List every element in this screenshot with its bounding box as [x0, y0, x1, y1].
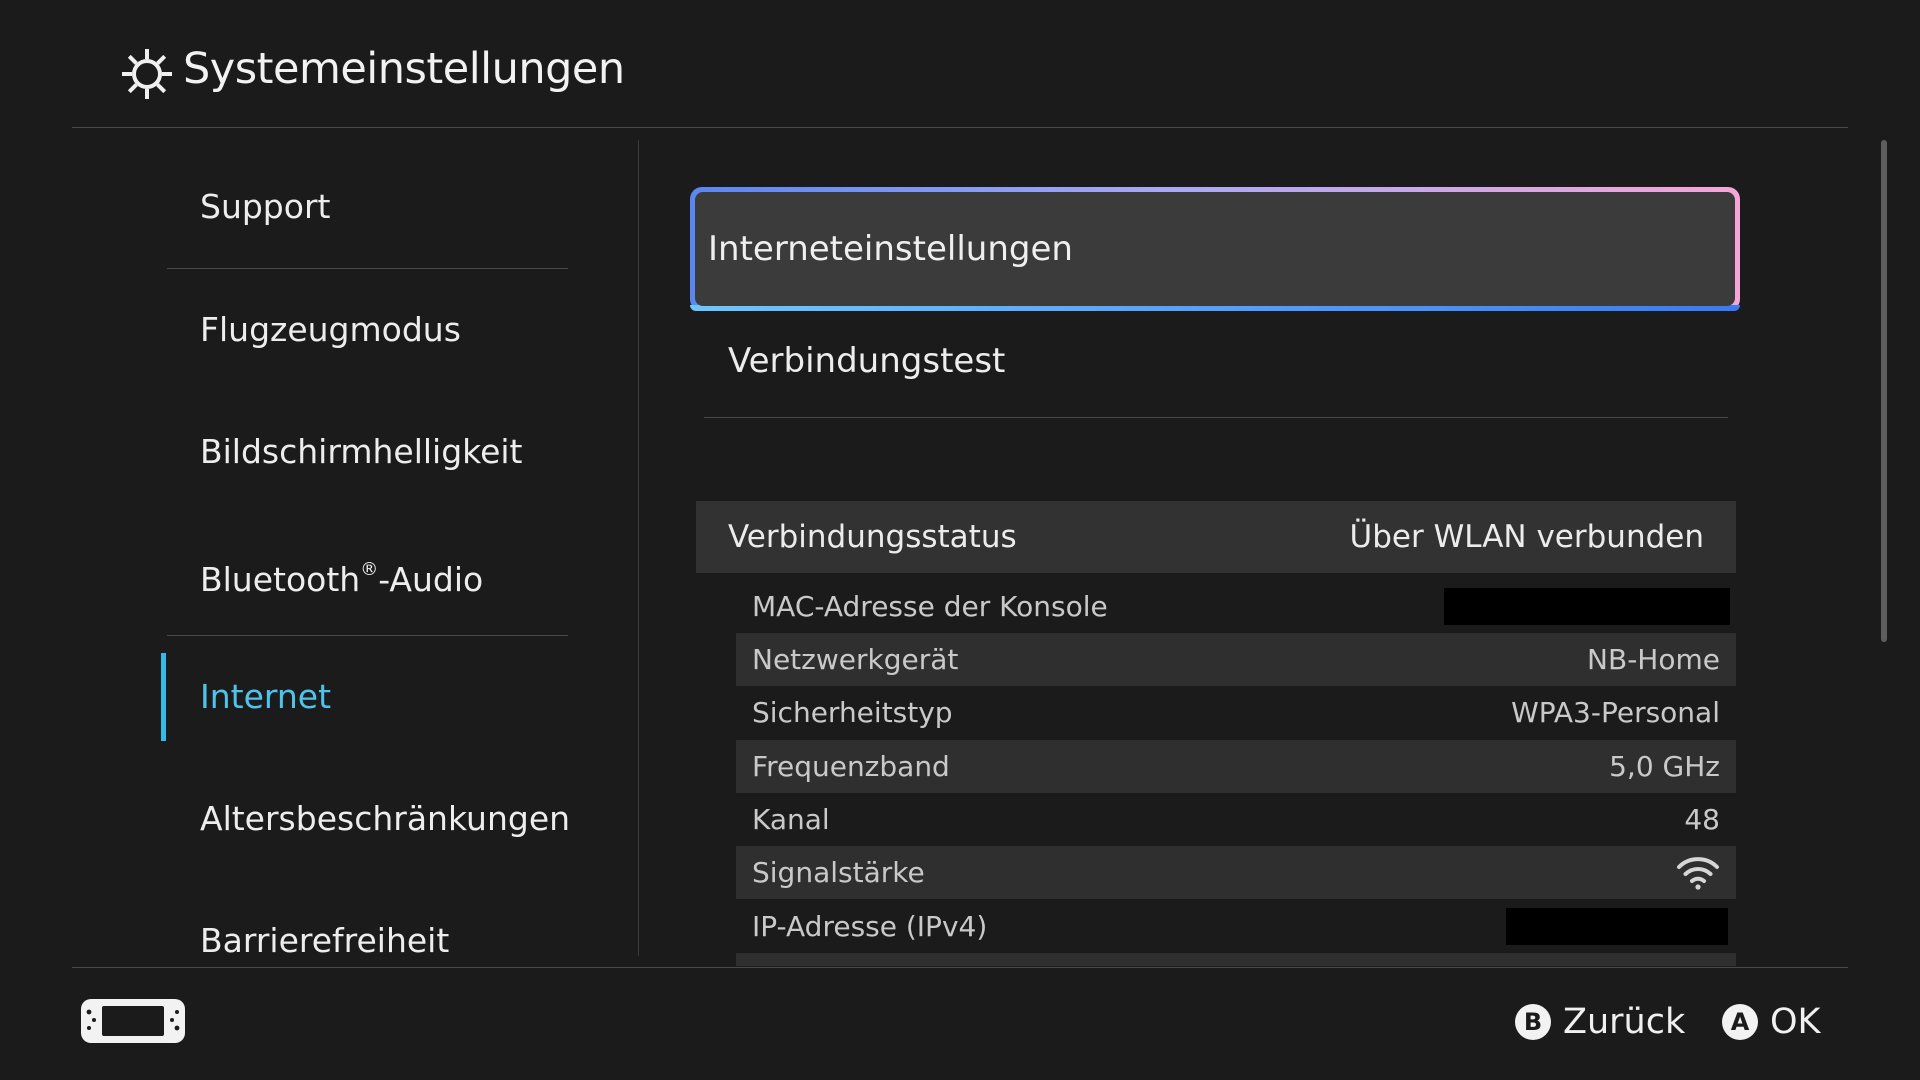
- sidebar-item-label: Support: [200, 187, 331, 226]
- back-label: Zurück: [1563, 1002, 1686, 1042]
- info-key: Signalstärke: [752, 856, 925, 889]
- sidebar-item-label: Bluetooth®-Audio: [200, 559, 484, 599]
- info-row-signal-strength: Signalstärke: [736, 846, 1736, 899]
- info-value: 5,0 GHz: [1609, 750, 1720, 783]
- info-row-subnet-mask: Subnetz-Maske 255.255.255.0: [736, 953, 1736, 966]
- ok-button[interactable]: A OK: [1722, 1000, 1821, 1044]
- redacted-value: [1444, 588, 1730, 625]
- sidebar-item-label: Barrierefreiheit: [200, 921, 450, 960]
- sidebar-item-support[interactable]: Support: [167, 146, 568, 269]
- connection-test-button[interactable]: Verbindungstest: [696, 306, 1732, 416]
- console-icon: [81, 999, 185, 1043]
- status-value: Über WLAN verbunden: [1349, 519, 1704, 555]
- a-button-icon: A: [1722, 1004, 1758, 1040]
- info-row-frequency-band: Frequenzband 5,0 GHz: [736, 740, 1736, 793]
- info-row-mac: MAC-Adresse der Konsole: [736, 580, 1736, 633]
- internet-settings-button[interactable]: Interneteinstellungen: [695, 192, 1735, 306]
- redacted-value: [1506, 908, 1728, 945]
- sidebar-item-label: Altersbeschränkungen: [200, 799, 571, 838]
- info-row-channel: Kanal 48: [736, 793, 1736, 846]
- sidebar-item-label: Bildschirmhelligkeit: [200, 432, 523, 471]
- button-label: Verbindungstest: [728, 341, 1006, 381]
- sidebar-item-bildschirmhelligkeit[interactable]: Bildschirmhelligkeit: [167, 391, 568, 513]
- sidebar-item-bluetooth-audio[interactable]: Bluetooth®-Audio: [167, 513, 568, 636]
- info-value: 48: [1684, 803, 1720, 836]
- info-key: Netzwerkgerät: [752, 643, 959, 676]
- header-divider: [72, 127, 1848, 128]
- info-key: Sicherheitstyp: [752, 696, 953, 729]
- sidebar-item-internet[interactable]: Internet: [161, 636, 568, 758]
- scrollbar[interactable]: [1881, 140, 1887, 642]
- button-label: Interneteinstellungen: [708, 229, 1073, 269]
- sidebar-item-flugzeugmodus[interactable]: Flugzeugmodus: [167, 269, 568, 391]
- info-row-ipv4: IP-Adresse (IPv4): [736, 900, 1736, 953]
- main-panel: Interneteinstellungen Verbindungstest Ve…: [680, 140, 1760, 966]
- sidebar: Support Flugzeugmodus Bildschirmhelligke…: [0, 140, 640, 966]
- info-value: NB-Home: [1587, 643, 1720, 676]
- sidebar-item-barrierefreiheit[interactable]: Barrierefreiheit: [167, 880, 568, 966]
- footer-divider: [72, 967, 1848, 968]
- sidebar-item-label: Internet: [200, 677, 332, 716]
- info-key: Kanal: [752, 803, 830, 836]
- info-row-network-device: Netzwerkgerät NB-Home: [736, 633, 1736, 686]
- ok-label: OK: [1770, 1002, 1821, 1042]
- sidebar-divider: [638, 140, 639, 956]
- sidebar-item-altersbeschraenkungen[interactable]: Altersbeschränkungen: [167, 758, 571, 880]
- info-key: IP-Adresse (IPv4): [752, 910, 988, 943]
- info-value: WPA3-Personal: [1511, 696, 1720, 729]
- info-row-security-type: Sicherheitstyp WPA3-Personal: [736, 686, 1736, 739]
- sidebar-item-label: Flugzeugmodus: [200, 310, 461, 349]
- info-value: 255.255.255.0: [1515, 953, 1720, 966]
- b-button-icon: B: [1515, 1004, 1551, 1040]
- back-button[interactable]: B Zurück: [1515, 1000, 1685, 1044]
- wifi-icon: [1677, 857, 1719, 890]
- main-divider: [704, 417, 1728, 418]
- status-label: Verbindungsstatus: [728, 519, 1017, 555]
- info-key: MAC-Adresse der Konsole: [752, 590, 1108, 623]
- info-key: Subnetz-Maske: [752, 953, 964, 966]
- gear-icon: [122, 49, 172, 99]
- page-title: Systemeinstellungen: [183, 44, 625, 94]
- connection-status: Verbindungsstatus Über WLAN verbunden: [696, 501, 1736, 573]
- header: Systemeinstellungen: [0, 0, 1920, 128]
- info-key: Frequenzband: [752, 750, 950, 783]
